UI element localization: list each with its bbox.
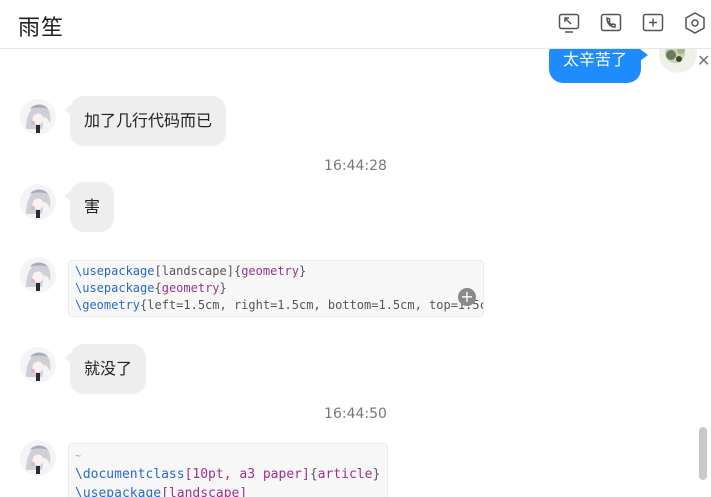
timestamp: 16:44:28 (324, 158, 387, 174)
phone-icon[interactable] (599, 11, 623, 35)
outgoing-message-bubble[interactable]: 太辛苦了 (549, 49, 649, 83)
latex-argument: geometry (161, 281, 220, 295)
add-window-icon[interactable] (641, 11, 665, 35)
latex-argument: article (317, 467, 373, 482)
self-avatar[interactable] (659, 49, 697, 73)
latex-brace: { (154, 281, 162, 295)
latex-option: [landscape] (154, 264, 234, 278)
latex-brace: } (372, 467, 381, 482)
message-list[interactable]: 太辛苦了 ✕ 加了几行代码而已 16:44:28 害 \usepackage[l… (0, 49, 711, 497)
chat-window: 雨笙 太辛苦了 ✕ 加了几行代码而已 16:44:28 害 \usepackag… (0, 0, 711, 497)
contact-avatar[interactable] (20, 347, 56, 383)
latex-command: \documentclass (75, 467, 185, 482)
latex-argument: {left=1.5cm, right=1.5cm, bottom=1.5cm, … (140, 298, 484, 312)
incoming-message-bubble[interactable]: 害 (63, 182, 115, 232)
incoming-message-bubble[interactable]: 就没了 (63, 344, 147, 394)
latex-command: \usepackage (75, 264, 155, 278)
add-reaction-icon[interactable]: + (458, 288, 476, 306)
contact-avatar[interactable] (20, 257, 56, 293)
contact-name: 雨笙 (18, 16, 65, 41)
contact-avatar[interactable] (20, 440, 56, 476)
latex-brace: } (219, 281, 227, 295)
latex-argument: geometry (241, 264, 299, 278)
latex-command: \geometry (75, 298, 141, 312)
latex-brace: { (309, 467, 318, 482)
message-text: 太辛苦了 (563, 50, 628, 69)
code-line: ~ (75, 451, 82, 462)
timestamp: 16:44:50 (324, 406, 387, 422)
latex-command: \usepackage (75, 486, 162, 497)
chat-header: 雨笙 (0, 0, 711, 49)
message-text: 害 (84, 197, 101, 216)
contact-avatar[interactable] (20, 99, 56, 135)
screen-share-icon[interactable] (557, 11, 581, 35)
latex-brace: } (299, 264, 307, 278)
scrollbar-thumb[interactable] (699, 427, 707, 480)
latex-option: [10pt, a3 paper] (184, 467, 310, 482)
message-text: 就没了 (84, 359, 133, 378)
code-block-message[interactable]: \usepackage[landscape]{geometry} \usepac… (68, 260, 484, 317)
close-icon[interactable]: ✕ (697, 53, 710, 69)
incoming-message-bubble[interactable]: 加了几行代码而已 (63, 96, 227, 146)
settings-hexagon-icon[interactable] (683, 11, 707, 35)
message-text: 加了几行代码而已 (84, 111, 213, 130)
latex-command: \usepackage (75, 281, 155, 295)
code-block-message[interactable]: ~ \documentclass[10pt, a3 paper]{article… (68, 443, 388, 497)
contact-avatar[interactable] (20, 184, 56, 220)
latex-option: [landscape] (161, 486, 248, 497)
